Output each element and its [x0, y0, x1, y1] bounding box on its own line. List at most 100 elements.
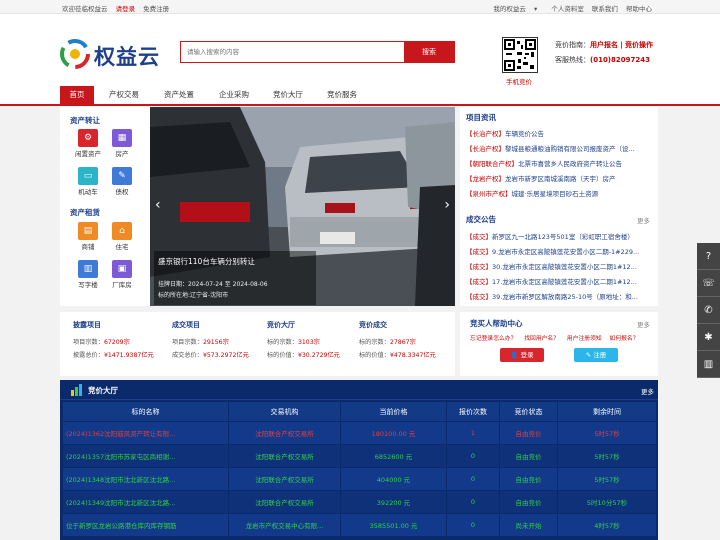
nav-auction-hall[interactable]: 竞价大厅 [264, 86, 312, 106]
auction-row[interactable]: 位于新罗区龙岩公路港仓库内库存钢筋 龙岩市产权交易中心有限... 3585501.0… [62, 513, 657, 537]
pencil-icon: ✎ [585, 351, 592, 359]
search-input[interactable] [181, 42, 405, 62]
deal-item[interactable]: 【成交】新罗区九一北路123号501室（彩虹职工宿舍楼） [466, 231, 652, 241]
register-link[interactable]: 免费注册 [143, 5, 169, 13]
auction-cell-name[interactable]: 位于新罗区龙岩公路港仓库内库存钢筋 [62, 513, 229, 537]
star-icon[interactable]: ✱ [697, 324, 720, 351]
auction-cell-price: 404000 元 [340, 467, 447, 491]
nav-home[interactable]: 首页 [60, 86, 94, 106]
auction-cell-name[interactable]: (2024)1362沈阳鼓风资产转让有限... [62, 421, 229, 445]
hotline-number: (010)82097243 [590, 56, 650, 64]
user-icon: 👤 [510, 351, 519, 359]
auction-cell-name[interactable]: (2024)1349沈阳市沈北新区沈北路... [62, 490, 229, 514]
help-more-link[interactable]: 更多 [637, 319, 650, 329]
prev-arrow-icon[interactable]: ‹ [155, 197, 161, 213]
office-icon: ▥ [78, 260, 98, 278]
stat-auction-deals[interactable]: 竞价成交 标的宗数：27867宗 标的价值：¥478.3347亿元 [359, 320, 449, 359]
stat-auction-hall[interactable]: 竞价大厅 标的宗数：3103宗 标的价值：¥30.2729亿元 [267, 320, 357, 359]
help-link-recover-username[interactable]: 找回用户名？ [524, 336, 559, 342]
cat-warehouse[interactable]: ▣ 厂库房 [107, 260, 137, 289]
bar-chart-icon [71, 384, 82, 396]
search-button[interactable]: 搜索 [404, 42, 454, 62]
guide-operation-link[interactable]: 竞价操作 [625, 41, 653, 49]
news-item[interactable]: 【长治产权】车辆竞价公告 [466, 128, 652, 138]
deal-notice-title: 成交公告 [466, 215, 496, 224]
auction-cell-name[interactable]: (2024)1348沈阳市沈北新区沈北路... [62, 467, 229, 491]
help-link[interactable]: 帮助中心 [626, 5, 652, 13]
auction-more-link[interactable]: 更多 [641, 386, 654, 396]
cat-shops[interactable]: ▤ 商铺 [73, 222, 103, 251]
auction-cell-count: 0 [446, 490, 500, 514]
banner-caption: 盛京银行110台车辆分别转让 挂牌日期：2024-07-24 至 2024-08… [154, 251, 316, 305]
stat-completed[interactable]: 成交项目 项目宗数：29156宗 成交总价：¥573.2972亿元 [172, 320, 262, 359]
auction-row[interactable]: (2024)1357沈阳市苏家屯区商相谢... 沈阳联合产权交易所 6852600 … [62, 444, 657, 468]
news-item[interactable]: 【泉州市产权】城建·乐居星境项目砂石土资源 [466, 188, 652, 198]
news-item[interactable]: 【龙岩产权】龙岩市新罗区南城溪南路（天宇）房产 [466, 173, 652, 183]
cat-residential[interactable]: ⌂ 住宅 [107, 222, 137, 251]
deal-item[interactable]: 【成交】9.龙岩市永定区高陂镇莲花安置小区二期-1#229... [466, 246, 652, 256]
help-question-icon[interactable]: ? [697, 243, 720, 270]
auction-row[interactable]: (2024)1349沈阳市沈北新区沈北路... 沈阳联合产权交易所 392200 元… [62, 490, 657, 514]
nav-auction-service[interactable]: 竞价服务 [318, 86, 366, 106]
help-link-how-to-apply[interactable]: 如何报名？ [610, 336, 639, 342]
auction-cell-org: 沈阳联合产权交易所 [228, 467, 341, 491]
banner-location: 标的所在地:辽宁省-沈阳市 [158, 292, 229, 299]
auction-cell-org: 沈阳联合产权交易所 [228, 444, 341, 468]
shop-icon: ▤ [78, 222, 98, 240]
document-icon: ✎ [112, 167, 132, 185]
cat-idle-assets[interactable]: ⚙ 闲置资产 [73, 129, 103, 158]
building-icon: ▦ [112, 129, 132, 147]
help-login-button[interactable]: 👤 登录 [500, 348, 544, 362]
stat-disclosed[interactable]: 披露项目 项目宗数：67209宗 披露总价：¥1471.9387亿元 [73, 320, 163, 359]
welcome-text: 欢迎莅临权益云 [62, 5, 108, 13]
nav-asset-disposal[interactable]: 资产处置 [155, 86, 203, 106]
nav-procurement[interactable]: 企业采购 [210, 86, 258, 106]
cat-debt[interactable]: ✎ 债权 [107, 167, 137, 196]
auction-row[interactable]: (2024)1348沈阳市沈北新区沈北路... 沈阳联合产权交易所 404000 元… [62, 467, 657, 491]
top-bar: 欢迎莅临权益云 请登录 免费注册 我的权益云 ▾ 个人资料室 联系我们 帮助中心 [0, 0, 720, 14]
deal-more-link[interactable]: 更多 [637, 215, 650, 225]
col-header-remaining: 剩余时间 [557, 401, 657, 422]
auction-table: 标的名称 交易机构 当前价格 报价次数 竞价状态 剩余时间 (2024)1362… [62, 401, 657, 537]
cat-vehicles[interactable]: ▭ 机动车 [73, 167, 103, 196]
phone-icon[interactable]: ✆ [697, 297, 720, 324]
asset-transfer-title: 资产转让 [70, 116, 100, 125]
auction-cell-status: 自由竞价 [499, 490, 558, 514]
col-header-price: 当前价格 [340, 401, 447, 422]
deal-item[interactable]: 【成交】39.龙岩市新罗区解放南路25-10号（原地址：和... [466, 291, 652, 301]
news-item[interactable]: 【朝阳联合产权】北票市喜营乡人民政府资产转让公告 [466, 158, 652, 168]
nav-property-trade[interactable]: 产权交易 [100, 86, 148, 106]
contact-link[interactable]: 联系我们 [592, 5, 618, 13]
next-arrow-icon[interactable]: › [444, 197, 450, 213]
auction-cell-name[interactable]: (2024)1357沈阳市苏家屯区商相谢... [62, 444, 229, 468]
chart-icon[interactable]: ▥ [697, 351, 720, 378]
auction-cell-price: 180100.00 元 [340, 421, 447, 445]
help-link-forgot-login[interactable]: 忘记登录怎么办？ [470, 336, 516, 342]
auction-cell-price: 3585501.00 元 [340, 513, 447, 537]
my-account-link[interactable]: 我的权益云 ▾ [493, 5, 543, 13]
help-register-button[interactable]: ✎ 注册 [574, 348, 618, 362]
auction-hall-header: 竞价大厅 更多 [60, 380, 658, 400]
auction-cell-remaining: 4时57秒 [557, 513, 657, 537]
auction-row[interactable]: (2024)1362沈阳鼓风资产转让有限... 沈阳联合产权交易所 180100.0… [62, 421, 657, 445]
deal-item[interactable]: 【成交】30.龙岩市永定区高陂镇莲花安置小区二期1#12... [466, 261, 652, 271]
help-link-register-notes[interactable]: 用户注册须知 [567, 336, 602, 342]
header: 权益云 搜索 手机竞价 竞价指南：用户报名 | 竞价操作 客服热线：(010)8… [0, 14, 720, 86]
login-link[interactable]: 请登录 [116, 5, 136, 13]
col-header-status: 竞价状态 [499, 401, 558, 422]
gear-icon: ⚙ [78, 129, 98, 147]
news-item[interactable]: 【长治产权】黎城县粮通粮油购销有限公司报废资产（设... [466, 143, 652, 153]
logo[interactable]: 权益云 [60, 38, 160, 70]
auction-cell-remaining: 5时57秒 [557, 467, 657, 491]
stats-panel: 披露项目 项目宗数：67209宗 披露总价：¥1471.9387亿元 成交项目 … [60, 312, 455, 376]
guide-register-link[interactable]: 用户报名 [590, 41, 618, 49]
banner-carousel[interactable]: ‹ › 盛京银行110台车辆分别转让 挂牌日期：2024-07-24 至 202… [150, 107, 455, 306]
cat-real-estate[interactable]: ▦ 房产 [107, 129, 137, 158]
service-info: 竞价指南：用户报名 | 竞价操作 客服热线：(010)82097243 [555, 41, 654, 64]
wechat-icon[interactable]: ☏ [697, 270, 720, 297]
user-center-link[interactable]: 个人资料室 [551, 5, 584, 13]
deal-item[interactable]: 【成交】17.龙岩市永定区高陂镇莲花安置小区二期1#12... [466, 276, 652, 286]
cat-office[interactable]: ▥ 写字楼 [73, 260, 103, 289]
side-toolbar: ? ☏ ✆ ✱ ▥ [697, 243, 720, 378]
chevron-down-icon: ▾ [534, 5, 538, 13]
